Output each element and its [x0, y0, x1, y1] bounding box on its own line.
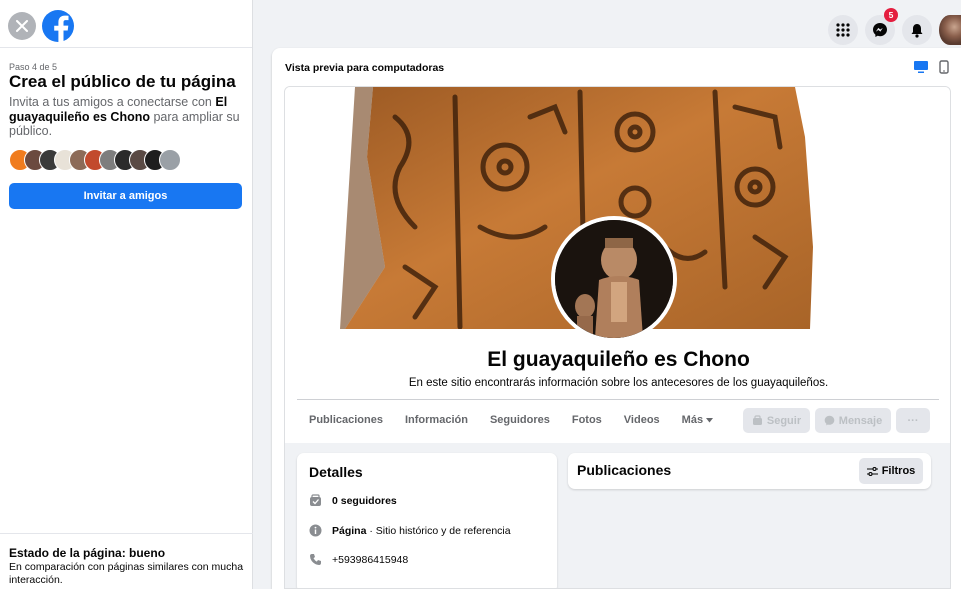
more-options-button[interactable]: ··· — [896, 408, 930, 433]
preview-card: Vista previa para computadoras El guayaq… — [272, 48, 961, 589]
top-bar-icons: 5 — [828, 8, 961, 46]
invite-friends-button[interactable]: Invitar a amigos — [9, 183, 242, 209]
category-label: Página — [332, 524, 367, 537]
close-button[interactable] — [8, 12, 36, 40]
caret-down-icon — [706, 418, 714, 423]
friends-avatars — [9, 149, 181, 171]
page-status: Estado de la página: bueno En comparació… — [0, 533, 253, 589]
tab-videos[interactable]: Videos — [624, 414, 660, 426]
category-value: · Sitio histórico y de referencia — [366, 524, 511, 537]
menu-grid-icon — [836, 23, 850, 37]
followers-row: 0 seguidores — [309, 494, 397, 507]
followers-icon — [310, 494, 321, 506]
desc-start: Invita a tus amigos a conectarse con — [9, 95, 216, 109]
follow-label: Seguir — [766, 414, 802, 427]
page-description: En este sitio encontrarás información so… — [408, 377, 829, 389]
follow-icon — [752, 415, 762, 425]
profile-picture[interactable] — [551, 216, 677, 342]
device-toggle — [913, 60, 949, 74]
messenger-badge: 5 — [884, 8, 898, 22]
avatar — [159, 149, 181, 171]
wizard-title: Crea el público de tu página — [9, 72, 236, 91]
messenger-icon — [824, 415, 835, 426]
messenger-button[interactable]: 5 — [865, 8, 898, 45]
posts-card: Publicaciones Filtros — [568, 453, 931, 489]
details-card: Detalles 0 seguidores Página · Sitio his… — [297, 453, 557, 588]
preview-label: Vista previa para computadoras — [285, 62, 445, 74]
posts-title: Publicaciones — [577, 462, 672, 478]
filters-button[interactable]: Filtros — [859, 458, 923, 484]
message-label: Mensaje — [838, 414, 883, 427]
mobile-icon[interactable] — [939, 60, 949, 74]
tab-publicaciones[interactable]: Publicaciones — [309, 414, 383, 426]
message-button[interactable]: Mensaje — [815, 408, 891, 433]
filters-icon — [866, 466, 878, 476]
step-indicator: Paso 4 de 5 — [9, 62, 58, 72]
category-row: Página · Sitio histórico y de referencia — [309, 524, 511, 537]
left-header — [0, 0, 252, 48]
tab-mas-label: Más — [681, 414, 704, 426]
followers-count: 0 seguidores — [332, 494, 397, 507]
info-icon — [309, 524, 322, 537]
tab-informacion[interactable]: Información — [405, 414, 468, 426]
facebook-logo-icon[interactable] — [42, 10, 74, 43]
page-actions: Seguir Mensaje ··· — [743, 408, 930, 433]
divider — [297, 399, 939, 400]
wizard-description: Invita a tus amigos a conectarse con El … — [9, 95, 241, 139]
page-preview: El guayaquileño es Chono En este sitio e… — [284, 86, 951, 589]
menu-button[interactable] — [828, 15, 858, 45]
page-content: Detalles 0 seguidores Página · Sitio his… — [285, 443, 950, 588]
filters-label: Filtros — [881, 465, 916, 477]
follow-button[interactable]: Seguir — [743, 408, 810, 433]
bell-icon — [911, 23, 923, 38]
phone-number: +593986415948 — [332, 553, 409, 566]
page-status-desc: En comparación con páginas similares con… — [9, 561, 244, 586]
close-icon — [16, 20, 28, 32]
account-avatar[interactable] — [939, 15, 961, 45]
tab-seguidores[interactable]: Seguidores — [490, 414, 550, 426]
phone-icon — [310, 554, 321, 565]
tab-fotos[interactable]: Fotos — [572, 414, 602, 426]
details-title: Detalles — [309, 464, 363, 480]
tab-mas[interactable]: Más — [681, 414, 714, 426]
page-tabs: Publicaciones Información Seguidores Fot… — [309, 414, 714, 426]
phone-row: +593986415948 — [309, 553, 408, 566]
desktop-icon[interactable] — [913, 60, 929, 74]
category-text: Página · Sitio histórico y de referencia — [332, 525, 511, 537]
left-panel: Paso 4 de 5 Crea el público de tu página… — [0, 0, 253, 589]
page-status-title: Estado de la página: bueno — [9, 546, 166, 560]
notifications-button[interactable] — [902, 15, 932, 45]
page-name: El guayaquileño es Chono — [487, 348, 750, 371]
messenger-icon — [873, 23, 887, 37]
